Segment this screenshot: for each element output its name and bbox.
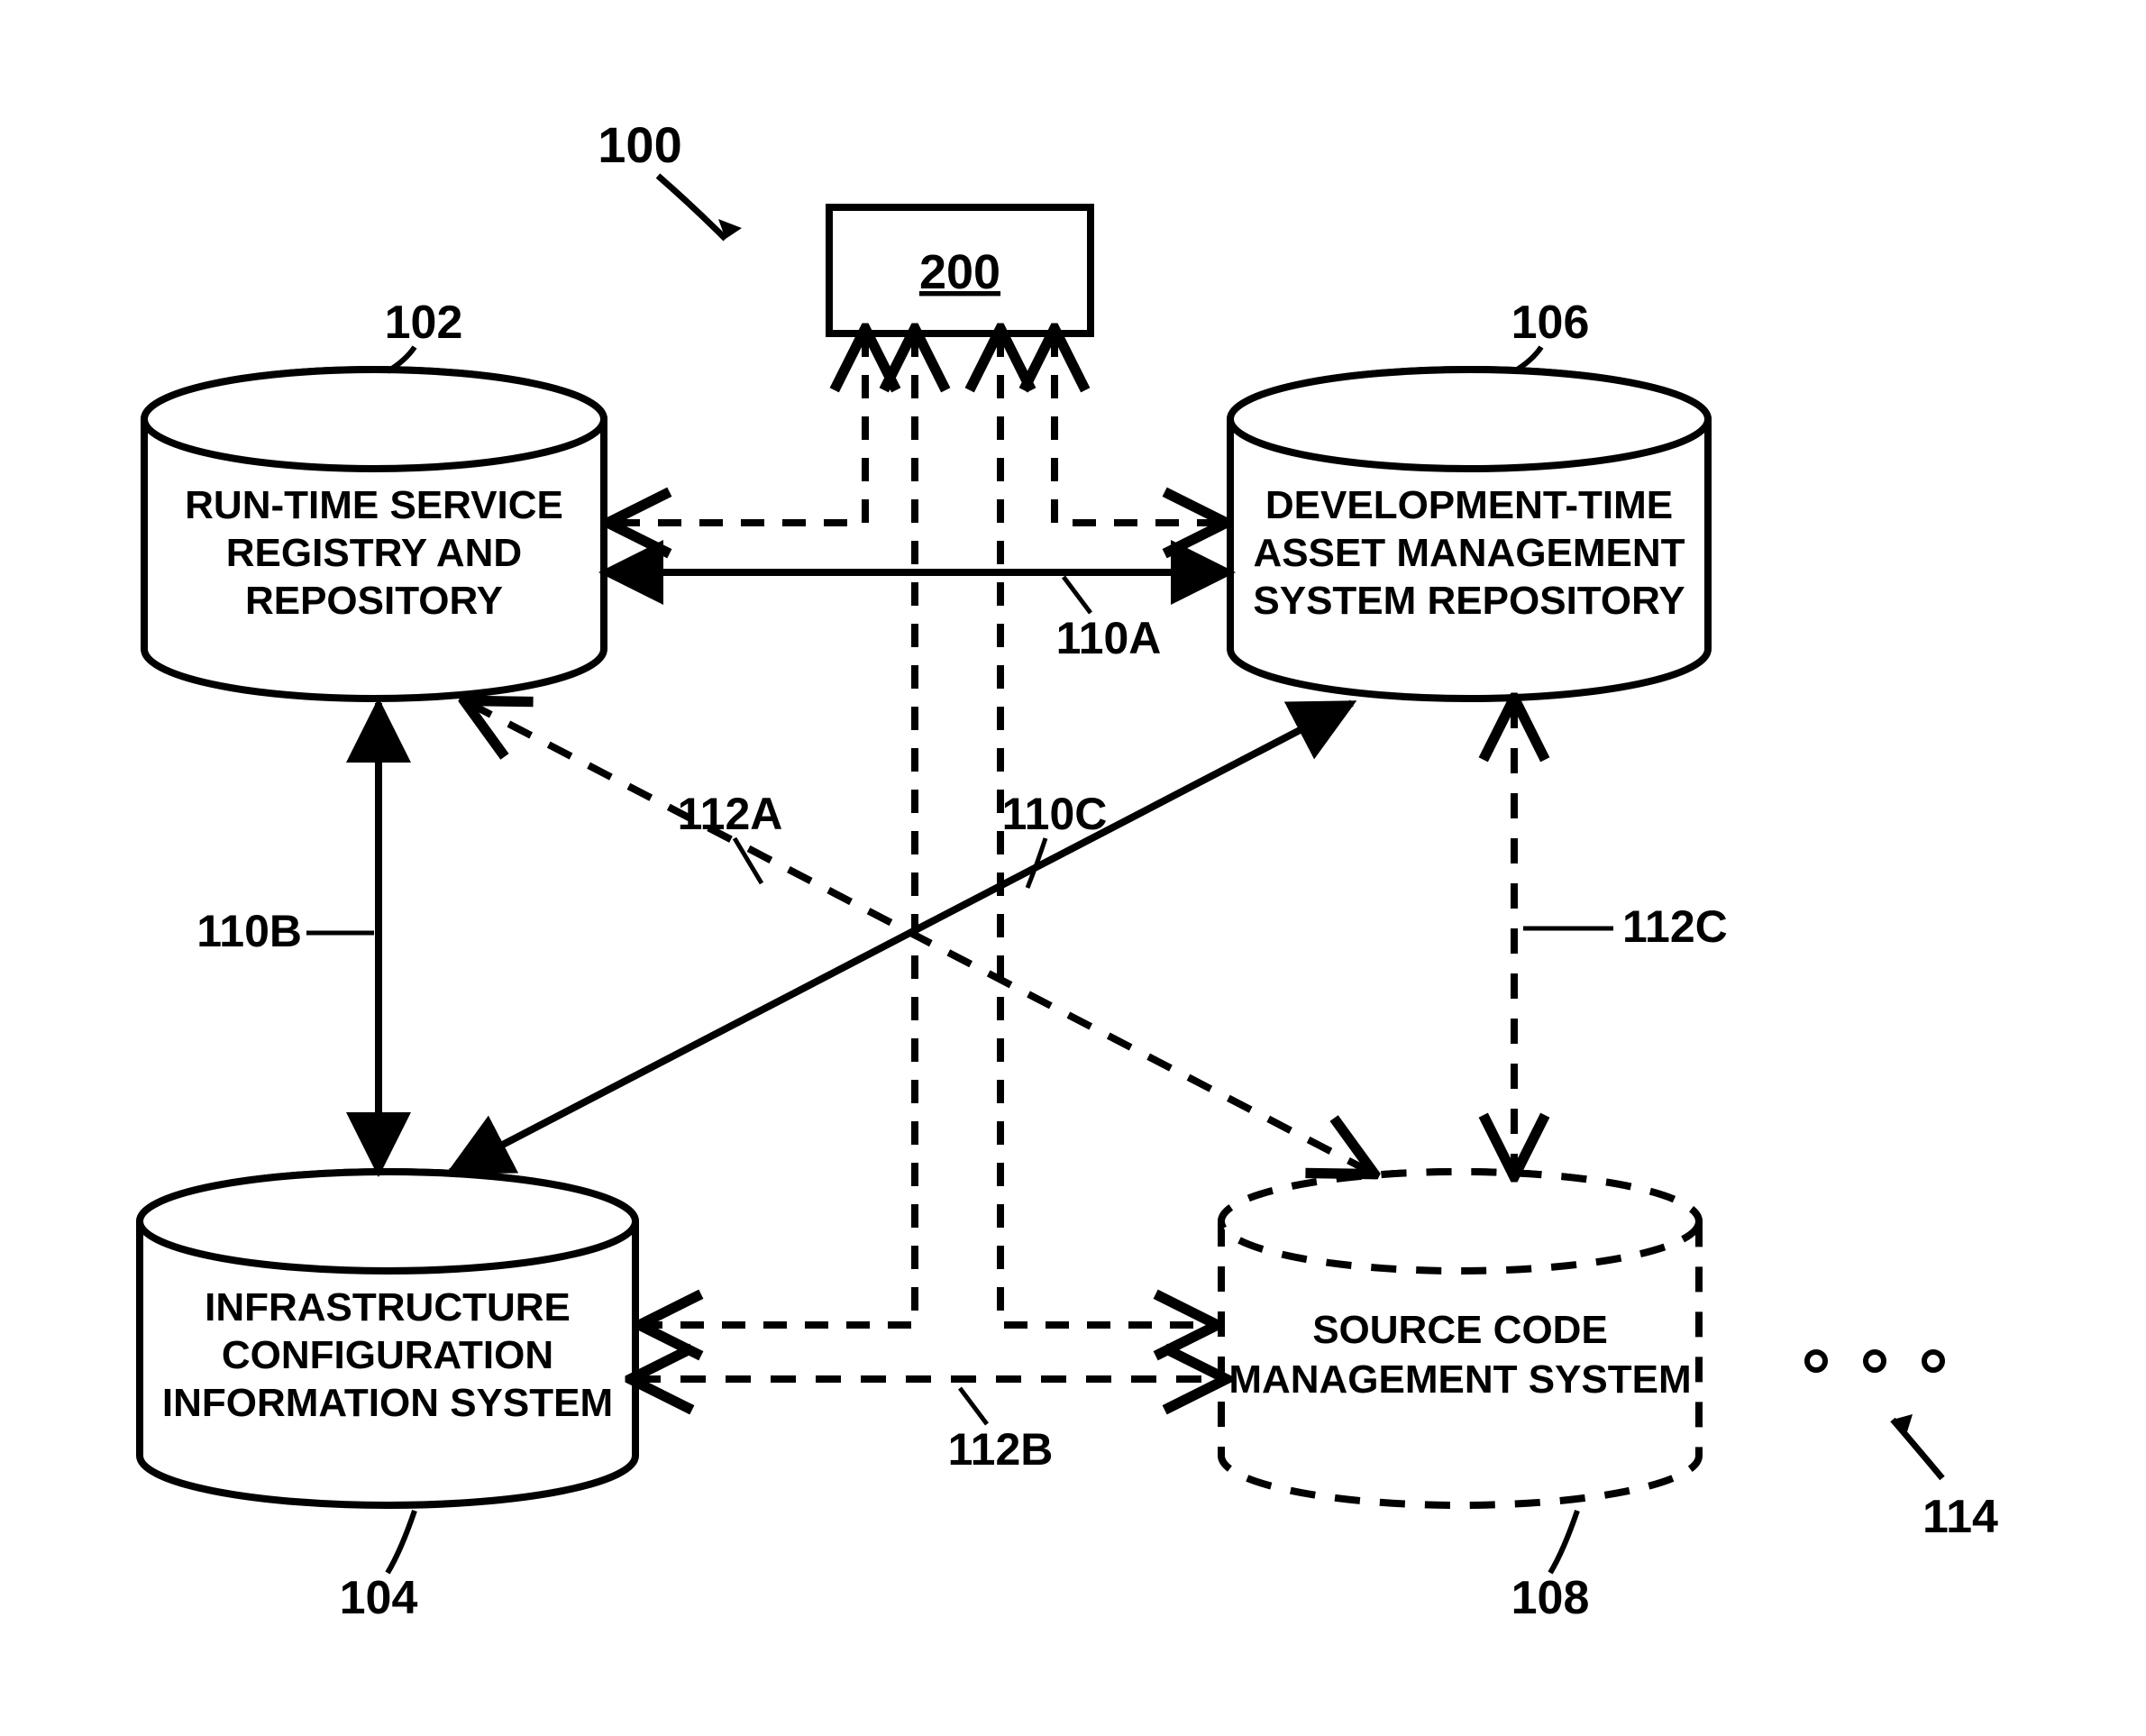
svg-text:SYSTEM REPOSITORY: SYSTEM REPOSITORY [1253, 579, 1685, 623]
svg-text:RUN-TIME SERVICE: RUN-TIME SERVICE [185, 483, 563, 527]
svg-text:108: 108 [1511, 1572, 1590, 1624]
svg-text:MANAGEMENT SYSTEM: MANAGEMENT SYSTEM [1228, 1357, 1691, 1402]
svg-text:114: 114 [1922, 1491, 1998, 1543]
svg-text:ASSET MANAGEMENT: ASSET MANAGEMENT [1253, 531, 1685, 575]
connector-112a [469, 703, 1370, 1172]
svg-text:100: 100 [598, 116, 681, 173]
label-110c: 110C [1002, 789, 1108, 839]
node-104: INFRASTRUCTURE CONFIGURATION INFORMATION… [140, 1172, 635, 1624]
svg-text:DEVELOPMENT-TIME: DEVELOPMENT-TIME [1265, 483, 1673, 527]
svg-text:REGISTRY AND: REGISTRY AND [226, 531, 522, 575]
ref-100: 100 [598, 116, 742, 239]
connector-110c [451, 703, 1352, 1172]
diagram: 200 100 RUN-TIME SERVICE REGISTRY AND RE… [0, 0, 2146, 1736]
label-112c: 112C [1622, 901, 1728, 952]
node-108: SOURCE CODE MANAGEMENT SYSTEM 108 [1221, 1172, 1699, 1624]
label-112b: 112B [948, 1424, 1054, 1475]
svg-text:SOURCE CODE: SOURCE CODE [1312, 1308, 1608, 1352]
central-box: 200 [829, 207, 1091, 333]
node-102: RUN-TIME SERVICE REGISTRY AND REPOSITORY… [144, 297, 604, 699]
label-110b: 110B [196, 906, 302, 956]
svg-text:104: 104 [340, 1572, 418, 1624]
svg-text:INFRASTRUCTURE: INFRASTRUCTURE [205, 1285, 571, 1329]
svg-text:106: 106 [1511, 297, 1590, 349]
svg-text:CONFIGURATION: CONFIGURATION [222, 1333, 553, 1377]
svg-text:REPOSITORY: REPOSITORY [245, 579, 503, 623]
node-106: DEVELOPMENT-TIME ASSET MANAGEMENT SYSTEM… [1230, 297, 1708, 699]
svg-text:102: 102 [385, 297, 463, 349]
node-114: 114 [1807, 1352, 1998, 1543]
label-110a: 110A [1056, 613, 1162, 663]
label-112a: 112A [678, 789, 783, 839]
central-box-label: 200 [919, 245, 1000, 299]
svg-text:INFORMATION SYSTEM: INFORMATION SYSTEM [162, 1381, 613, 1425]
